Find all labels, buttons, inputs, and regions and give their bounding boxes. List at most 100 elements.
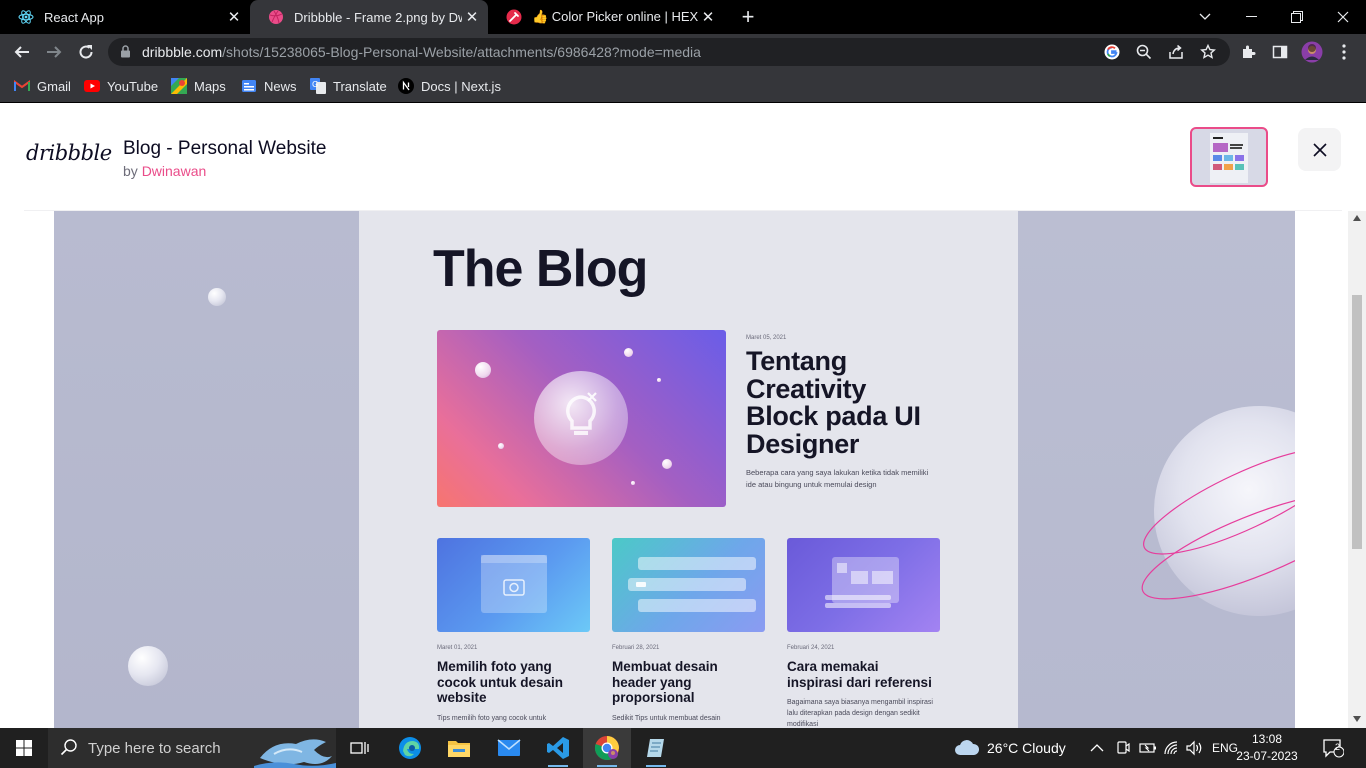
shot-byline: by Dwinawan [123,163,206,179]
tab-search-icon[interactable] [1182,0,1228,34]
scroll-up-arrow[interactable] [1353,215,1361,221]
article-date: Februari 28, 2021 [612,645,660,651]
browser-window-icon [825,557,899,608]
tab-dribbble[interactable]: Dribbble - Frame 2.png by Dwinawan ✕ [250,0,488,34]
poster-left-background [54,211,359,728]
bookmark-translate[interactable]: G Translate [310,76,387,96]
dribbble-logo[interactable]: dribbble [26,141,112,165]
taskbar-mail[interactable] [485,728,533,768]
bookmark-label: Docs | Next.js [421,78,501,94]
cloud-icon [955,740,980,755]
byline-prefix: by [123,163,138,179]
close-window-button[interactable] [1320,0,1366,34]
decor-sphere [208,288,226,306]
extensions-icon[interactable] [1236,40,1260,64]
folder-icon [448,741,470,757]
shot-image: The Blog Maret 05, 2021 Tentang Creativi… [54,211,1295,728]
blog-poster: The Blog Maret 05, 2021 Tentang Creativi… [359,211,1018,728]
dolphin-illustration [254,739,336,768]
article-date: Maret 01, 2021 [437,645,478,651]
close-viewer-button[interactable] [1298,128,1341,171]
article-description: Bagaimana saya biasanya mengambil inspir… [787,699,933,728]
language-indicator[interactable]: ENG [1212,728,1238,768]
bookmark-label: Maps [194,78,226,94]
react-icon [18,9,34,25]
taskbar-clock[interactable]: 13:08 23-07-2023 [1236,731,1298,765]
reload-button[interactable] [74,40,98,64]
notepad-icon [647,739,664,757]
profile-avatar[interactable] [1300,40,1324,64]
chrome-icon [594,736,619,761]
bookmark-label: News [264,78,297,94]
close-tab-icon[interactable]: ✕ [224,7,244,27]
tray-volume[interactable] [1186,728,1204,768]
featured-date: Maret 05, 2021 [746,335,787,341]
meet-now-icon [1117,741,1130,754]
tab-title: Dribbble - Frame 2.png by Dwinawan [294,9,462,25]
back-button[interactable] [10,40,34,64]
taskbar-file-explorer[interactable] [435,728,483,768]
start-button[interactable] [0,728,48,768]
address-bar[interactable]: dribbble.com/shots/15238065-Blog-Persona… [108,38,1230,66]
article-title: Membuat desain header yang proporsional [612,659,718,705]
taskbar-vscode[interactable] [534,728,582,768]
camera-icon [481,555,547,613]
lightbulb-icon [534,371,628,465]
page-scrollbar[interactable] [1348,211,1366,728]
tray-device-icon[interactable] [1115,728,1131,768]
show-hidden-icons[interactable] [1090,728,1104,768]
tab-color-picker[interactable]: 👍 Color Picker online | HEX Color Picker… [488,0,724,34]
taskbar-chrome[interactable] [583,728,631,768]
bookmark-label: Translate [333,78,387,94]
forward-button[interactable] [42,40,66,64]
language-text: ENG [1212,741,1239,755]
maps-icon [171,78,187,94]
bookmark-youtube[interactable]: YouTube [84,76,158,96]
bookmark-nextjs-docs[interactable]: Docs | Next.js [398,76,501,96]
search-icon [60,738,78,761]
decor-bubble [662,459,672,469]
new-tab-button[interactable]: + [736,4,760,29]
bookmark-star-icon[interactable] [1198,42,1218,62]
task-view-button[interactable] [336,728,384,768]
notification-count: 2 [1335,742,1341,752]
scroll-down-arrow[interactable] [1353,716,1361,722]
side-panel-icon[interactable] [1268,40,1292,64]
tab-title: 👍 Color Picker online | HEX Color Picker [532,9,698,24]
close-icon [1312,142,1327,157]
close-tab-icon[interactable]: ✕ [462,7,482,27]
url-path: /shots/15238065-Blog-Personal-Website/at… [222,44,701,60]
bookmark-label: YouTube [107,78,159,94]
taskbar-edge[interactable] [386,728,434,768]
weather-widget[interactable]: 26°C Cloudy [954,728,1066,768]
windows-taskbar: Type here to search 26°C Cloudy ENG 13:0… [0,728,1366,768]
attachment-thumbnail[interactable] [1190,127,1268,187]
decor-bubble [624,348,633,357]
google-icon[interactable] [1102,42,1122,62]
restore-button[interactable] [1274,0,1320,34]
share-icon[interactable] [1166,42,1186,62]
planet-rings [1141,451,1295,600]
minimize-button[interactable] [1228,0,1274,34]
tray-battery[interactable] [1139,728,1157,768]
clock-time: 13:08 [1251,732,1283,746]
edge-icon [399,737,421,759]
bookmark-maps[interactable]: Maps [171,76,226,96]
featured-description: Beberapa cara yang saya lakukan ketika t… [746,468,929,489]
tray-network[interactable] [1163,728,1181,768]
bookmark-news[interactable]: News [241,76,297,96]
shot-title: Blog - Personal Website [123,138,327,159]
taskbar-search-box[interactable]: Type here to search [48,728,336,768]
author-link[interactable]: Dwinawan [142,163,207,179]
close-tab-icon[interactable]: ✕ [698,7,718,27]
taskbar-notepad-app[interactable] [632,728,680,768]
zoom-icon[interactable] [1134,42,1154,62]
lock-icon[interactable] [120,45,131,63]
chevron-up-icon [1090,744,1104,752]
chrome-menu-icon[interactable] [1332,40,1356,64]
tab-react-app[interactable]: React App ✕ [0,0,250,34]
bookmark-gmail[interactable]: Gmail [14,76,71,96]
scrollbar-thumb[interactable] [1352,295,1362,549]
notification-center-button[interactable]: 2 [1322,728,1344,768]
windows-icon [16,740,32,756]
